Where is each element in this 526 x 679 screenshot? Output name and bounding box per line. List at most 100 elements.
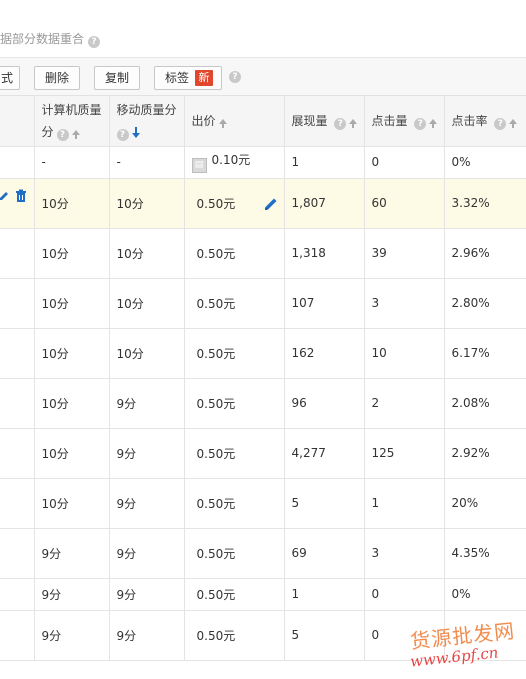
pencil-icon[interactable] (264, 197, 278, 211)
help-icon[interactable]: ? (334, 117, 347, 130)
bid-value: 0.50元 (196, 196, 236, 211)
impressions-cell: 162 (284, 328, 365, 379)
header-mobile-quality[interactable]: 移动质量分 ? (109, 96, 185, 147)
pc-quality-cell: 9分 (34, 528, 110, 579)
mobile-device-icon: ▤ (191, 158, 207, 173)
clicks-cell: 39 (364, 228, 445, 279)
pc-quality-cell: 10分 (34, 428, 110, 479)
clicks-cell: 2 (364, 378, 445, 429)
tag-button-label: 标签 (165, 71, 190, 85)
bid-cell: 0.50元 (184, 428, 285, 479)
pc-quality-cell: 10分 (34, 278, 110, 329)
sort-up-icon[interactable] (429, 118, 438, 128)
bid-cell: ▤ 0.10元 (184, 146, 285, 179)
row-actions-cell (0, 178, 35, 229)
mobile-quality-cell: 9分 (109, 610, 185, 661)
help-icon[interactable]: ? (56, 128, 69, 141)
impressions-cell: 1 (284, 578, 365, 611)
table-row: 10分 10分 0.50元 1,318 39 2.96% (0, 228, 526, 279)
mobile-quality-cell: - (109, 146, 185, 179)
header-bid[interactable]: 出价 (184, 96, 285, 147)
help-icon[interactable]: ? (494, 117, 507, 130)
help-icon[interactable]: ? (229, 71, 241, 83)
tag-button[interactable]: 标签 新 (154, 66, 222, 90)
trash-icon[interactable] (14, 189, 28, 203)
bid-cell: 0.50元 (184, 378, 285, 429)
sort-up-icon[interactable] (218, 118, 227, 128)
pc-quality-cell: 10分 (34, 228, 110, 279)
clicks-cell: 0 (364, 146, 445, 179)
style-button[interactable]: 式 (0, 66, 20, 90)
copy-button[interactable]: 复制 (94, 66, 140, 90)
bid-cell: 0.50元 (184, 528, 285, 579)
help-icon[interactable]: ? (116, 128, 129, 141)
header-pc-quality[interactable]: 计算机质量 分? (34, 96, 110, 147)
pc-quality-cell: - (34, 146, 110, 179)
table-row: 9分 9分 0.50元 1 0 0% (0, 578, 526, 611)
bid-cell: 0.50元 (184, 278, 285, 329)
edit-small-icon[interactable] (0, 190, 10, 202)
pc-quality-cell: 9分 (34, 578, 110, 611)
row-select-cell (0, 328, 35, 379)
impressions-cell: 69 (284, 528, 365, 579)
delete-button[interactable]: 删除 (34, 66, 80, 90)
toolbar: 式 删除 复制 标签 新 ? (0, 58, 526, 96)
sort-up-icon[interactable] (71, 129, 80, 139)
row-select-cell (0, 610, 35, 661)
row-select-cell (0, 378, 35, 429)
pc-quality-cell: 10分 (34, 328, 110, 379)
table-header-row: 计算机质量 分? 移动质量分 ? 出价 展现量 ? 点击量 ? 点击率 ? (0, 96, 526, 147)
bid-cell: 0.50元 (184, 228, 285, 279)
row-select-cell (0, 146, 35, 179)
header-clicks[interactable]: 点击量 ? (364, 96, 445, 147)
sort-up-icon[interactable] (509, 118, 518, 128)
row-select-cell (0, 578, 35, 611)
header-impressions[interactable]: 展现量 ? (284, 96, 365, 147)
header-pc-quality-label: 计算机质量 (41, 102, 102, 117)
help-icon[interactable]: ? (414, 117, 427, 130)
mobile-quality-cell: 9分 (109, 478, 185, 529)
impressions-cell: 4,277 (284, 428, 365, 479)
header-impressions-label: 展现量 (291, 113, 328, 128)
bid-cell[interactable]: 0.50元 (184, 178, 285, 229)
table-row: 10分 9分 0.50元 96 2 2.08% (0, 378, 526, 429)
mobile-quality-cell: 9分 (109, 528, 185, 579)
bid-cell: 0.50元 (184, 328, 285, 379)
bid-cell: 0.50元 (184, 610, 285, 661)
site-watermark: 货源批发网 www.6pf.cn (398, 619, 526, 676)
row-select-cell (0, 278, 35, 329)
header-clicks-label: 点击量 (371, 113, 408, 128)
bid-value: 0.10元 (211, 153, 251, 167)
table-row: 10分 9分 0.50元 4,277 125 2.92% (0, 428, 526, 479)
clicks-cell: 125 (364, 428, 445, 479)
ctr-cell: 20% (444, 478, 526, 529)
ctr-cell: 2.96% (444, 228, 526, 279)
notice-bar: 据部分数据重合? (0, 0, 526, 58)
mobile-quality-cell: 9分 (109, 428, 185, 479)
header-mobile-quality-label: 移动质量分 (116, 102, 177, 117)
clicks-cell: 3 (364, 278, 445, 329)
table-row: 10分 10分 0.50元 107 3 2.80% (0, 278, 526, 329)
sort-down-icon[interactable] (131, 126, 140, 138)
clicks-cell: 10 (364, 328, 445, 379)
impressions-cell: 1,807 (284, 178, 365, 229)
row-select-cell (0, 228, 35, 279)
ctr-cell: 6.17% (444, 328, 526, 379)
impressions-cell: 107 (284, 278, 365, 329)
clicks-cell: 3 (364, 528, 445, 579)
help-icon[interactable]: ? (88, 36, 101, 48)
impressions-cell: 5 (284, 610, 365, 661)
ctr-cell: 0% (444, 578, 526, 611)
mobile-quality-cell: 10分 (109, 328, 185, 379)
ctr-cell: 2.08% (444, 378, 526, 429)
table-row: 9分 9分 0.50元 69 3 4.35% (0, 528, 526, 579)
impressions-cell: 96 (284, 378, 365, 429)
pc-quality-cell: 10分 (34, 478, 110, 529)
sort-up-icon[interactable] (349, 118, 358, 128)
clicks-cell: 0 (364, 578, 445, 611)
header-ctr[interactable]: 点击率 ? (444, 96, 526, 147)
impressions-cell: 5 (284, 478, 365, 529)
mobile-quality-cell: 9分 (109, 378, 185, 429)
table-row[interactable]: 10分 10分 0.50元 1,807 60 3.32% (0, 178, 526, 229)
mobile-quality-cell: 10分 (109, 178, 185, 229)
